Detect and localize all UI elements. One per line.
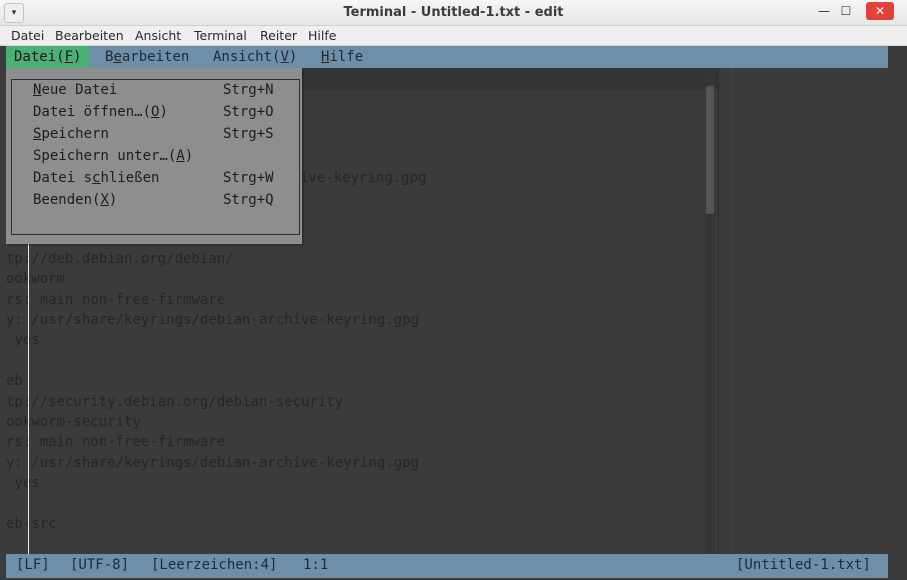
status-bar: [LF] [UTF-8] [Leerzeichen:4] 1:1 [Untitl… [6,554,888,578]
menu-datei[interactable]: Datei [11,28,44,43]
shortcut-label: Strg+O [223,104,274,120]
menu-item-datei-schliessen[interactable]: Datei schließen Strg+W [33,167,283,189]
editor-line: y: /usr/share/keyrings/debian-archive-ke… [6,455,420,471]
editor-line: rs: main non-free-firmware [6,434,226,450]
terminal-menubar: Datei Bearbeiten Ansicht Terminal Reiter… [0,26,907,46]
menu-terminal[interactable]: Terminal [194,28,247,43]
status-encoding[interactable]: [UTF-8] [70,557,129,573]
editor-line-partial: ive-keyring.gpg [300,170,427,186]
editor-line: eb-src [6,516,57,532]
edit-app: ive-keyring.gpg tp://deb.debian.org/debi… [6,46,888,578]
status-cursor-position: 1:1 [303,557,329,573]
editor-line: rs: main non-free-firmware [6,292,226,308]
editor-line: eb [6,373,23,389]
shortcut-label: Strg+Q [223,192,274,208]
editor-divider [718,68,719,564]
shortcut-label: Strg+S [223,126,274,142]
editor-line: tp://security.debian.org/debian-security [6,394,344,410]
editor-line: ookworm-security [6,414,141,430]
window-title: Terminal - Untitled-1.txt - edit [343,5,564,20]
status-indent[interactable]: [Leerzeichen:4] [151,557,277,573]
shortcut-label: Strg+N [223,82,274,98]
maximize-icon[interactable]: ☐ [835,2,857,20]
status-line-ending[interactable]: [LF] [16,557,50,573]
editor-line: yes [6,332,40,348]
menu-ansicht[interactable]: Ansicht [135,28,181,43]
menu-bearbeiten[interactable]: Bearbeiten [55,28,124,43]
edit-menu-bearbeiten[interactable]: Bearbeiten [97,46,197,68]
menu-item-speichern[interactable]: Speichern Strg+S [33,123,283,145]
edit-menubar: Datei(F) Bearbeiten Ansicht(V) Hilfe [6,46,888,68]
menu-item-datei-oeffnen[interactable]: Datei öffnen…(O) Strg+O [33,101,283,123]
menu-item-speichern-unter[interactable]: Speichern unter…(A) [33,145,283,167]
editor-line: y: /usr/share/keyrings/debian-archive-ke… [6,312,420,328]
menu-hilfe[interactable]: Hilfe [308,28,336,43]
editor-divider-2 [732,68,733,564]
editor-line: tp://deb.debian.org/debian/ [6,251,234,267]
edit-menu-ansicht[interactable]: Ansicht(V) [205,46,305,68]
file-menu-dropdown: Neue Datei Strg+N Datei öffnen…(O) Strg+O … [6,68,302,244]
editor-line: yes [6,475,40,491]
edit-menu-datei[interactable]: Datei(F) [6,46,90,68]
terminal-area[interactable]: ive-keyring.gpg tp://deb.debian.org/debi… [0,46,907,580]
window-titlebar: ▾ Terminal - Untitled-1.txt - edit — ☐ ✕ [0,0,907,26]
vertical-scrollbar-thumb[interactable] [706,86,714,214]
menu-item-beenden[interactable]: Beenden(X) Strg+Q [33,189,283,211]
minimize-icon[interactable]: — [813,2,835,20]
menu-reiter[interactable]: Reiter [260,28,297,43]
status-filename: [Untitled-1.txt] [736,557,871,573]
edit-menu-hilfe[interactable]: Hilfe [313,46,371,68]
editor-line: ookworm [6,271,66,287]
close-icon[interactable]: ✕ [866,2,894,20]
menu-item-neue-datei[interactable]: Neue Datei Strg+N [33,79,283,101]
shortcut-label: Strg+W [223,170,274,186]
